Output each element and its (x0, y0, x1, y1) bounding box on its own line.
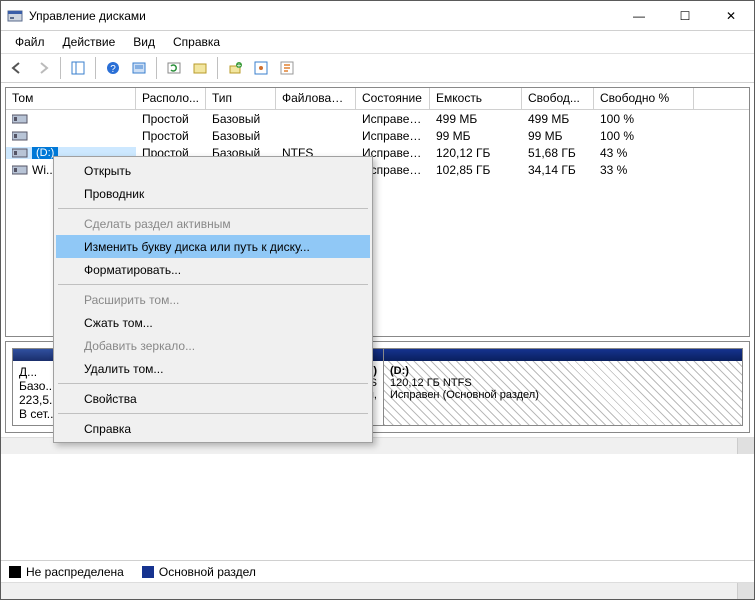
menu-file[interactable]: Файл (7, 33, 53, 51)
ctx-format[interactable]: Форматировать... (56, 258, 370, 281)
properties-button[interactable] (275, 56, 299, 80)
svg-text:?: ? (110, 64, 116, 75)
close-button[interactable]: ✕ (708, 1, 754, 31)
minimize-button[interactable]: — (616, 1, 662, 31)
ctx-properties[interactable]: Свойства (56, 387, 370, 410)
col-status[interactable]: Состояние (356, 88, 430, 109)
window-scrollbar[interactable] (1, 582, 754, 599)
legend-primary: Основной раздел (142, 565, 256, 579)
partition-status: Исправен (Основной раздел) (390, 389, 736, 401)
col-layout[interactable]: Располо... (136, 88, 206, 109)
ctx-explorer[interactable]: Проводник (56, 182, 370, 205)
toolbar: ? + (1, 53, 754, 83)
ctx-change-letter[interactable]: Изменить букву диска или путь к диску... (56, 235, 370, 258)
show-hide-tree-button[interactable] (66, 56, 90, 80)
swatch-primary-icon (142, 566, 154, 578)
ctx-mirror: Добавить зеркало... (56, 334, 370, 357)
partition-size: 120,12 ГБ NTFS (390, 377, 736, 389)
window-title: Управление дисками (29, 9, 616, 23)
ctx-delete[interactable]: Удалить том... (56, 357, 370, 380)
col-filesystem[interactable]: Файловая с... (276, 88, 356, 109)
volume-list-header: Том Располо... Тип Файловая с... Состоян… (6, 88, 749, 110)
partition-title: (D:) (390, 365, 736, 377)
legend-bar: Не распределена Основной раздел (1, 560, 754, 582)
volume-icon (12, 164, 28, 176)
rescan-button[interactable] (188, 56, 212, 80)
svg-text:+: + (237, 61, 242, 70)
col-free-pct[interactable]: Свободно % (594, 88, 694, 109)
action-list-button[interactable] (127, 56, 151, 80)
volume-icon (12, 147, 28, 159)
forward-button[interactable] (31, 56, 55, 80)
back-button[interactable] (5, 56, 29, 80)
volume-row[interactable]: Простой Базовый Исправен... 99 МБ 99 МБ … (6, 127, 749, 144)
col-capacity[interactable]: Емкость (430, 88, 522, 109)
help-button[interactable]: ? (101, 56, 125, 80)
partition-d-selected[interactable]: (D:) 120,12 ГБ NTFS Исправен (Основной р… (384, 348, 743, 426)
disk-management-window: Управление дисками — ☐ ✕ Файл Действие В… (0, 0, 755, 600)
col-type[interactable]: Тип (206, 88, 276, 109)
titlebar: Управление дисками — ☐ ✕ (1, 1, 754, 31)
legend-unallocated: Не распределена (9, 565, 124, 579)
volume-icon (12, 113, 28, 125)
swatch-unallocated-icon (9, 566, 21, 578)
menu-action[interactable]: Действие (55, 33, 124, 51)
empty-area (1, 454, 754, 560)
menubar: Файл Действие Вид Справка (1, 31, 754, 53)
maximize-button[interactable]: ☐ (662, 1, 708, 31)
volume-icon (12, 130, 28, 142)
menu-view[interactable]: Вид (125, 33, 163, 51)
ctx-extend: Расширить том... (56, 288, 370, 311)
app-icon (7, 8, 23, 24)
col-free[interactable]: Свобод... (522, 88, 594, 109)
ctx-make-active: Сделать раздел активным (56, 212, 370, 235)
menu-help[interactable]: Справка (165, 33, 228, 51)
ctx-open[interactable]: Открыть (56, 159, 370, 182)
ctx-help[interactable]: Справка (56, 417, 370, 440)
attach-vhd-button[interactable]: + (223, 56, 247, 80)
ctx-shrink[interactable]: Сжать том... (56, 311, 370, 334)
settings-button[interactable] (249, 56, 273, 80)
col-volume[interactable]: Том (6, 88, 136, 109)
volume-row[interactable]: Простой Базовый Исправен... 499 МБ 499 М… (6, 110, 749, 127)
context-menu: Открыть Проводник Сделать раздел активны… (53, 156, 373, 443)
refresh-button[interactable] (162, 56, 186, 80)
